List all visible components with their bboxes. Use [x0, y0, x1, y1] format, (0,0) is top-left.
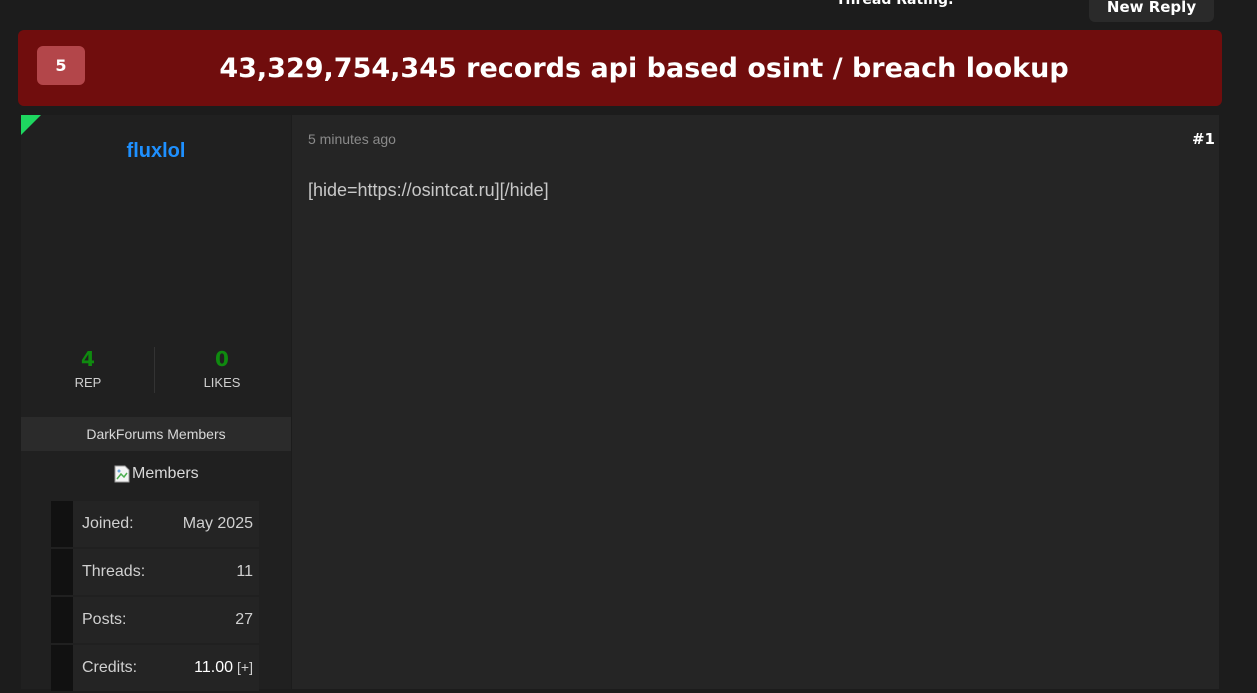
thread-rating-badge: 5	[37, 46, 85, 85]
credits-add-button[interactable]: [+]	[237, 659, 253, 675]
thread-title-bar: 43,329,754,345 records api based osint /…	[18, 30, 1222, 106]
top-bar: Thread Rating: New Reply	[0, 0, 1257, 26]
rep-label: REP	[74, 375, 102, 390]
rep-value: 4	[81, 347, 95, 371]
credits-value: 11.00 [+]	[194, 659, 253, 677]
info-value: 27	[235, 611, 253, 628]
info-value: 11	[236, 563, 253, 580]
info-key: Credits:	[82, 659, 138, 676]
post-author-panel: fluxlol 4 REP 0 LIKES DarkForums Members…	[21, 115, 291, 691]
group-image: Members	[114, 463, 199, 485]
rep-stat[interactable]: 4 REP	[21, 347, 155, 390]
author-info: Joined: May 2025 Threads: 11 Posts: 27 C…	[51, 501, 259, 693]
thread-rating-label: Thread Rating:	[836, 0, 954, 8]
group-image-alt: Members	[132, 465, 199, 482]
likes-label: LIKES	[203, 375, 241, 390]
likes-stat[interactable]: 0 LIKES	[155, 347, 289, 390]
info-value: 11.00	[194, 659, 234, 676]
info-row-posts: Posts: 27	[51, 597, 259, 643]
author-username[interactable]: fluxlol	[21, 140, 291, 163]
post-number-link[interactable]: #1	[1192, 130, 1215, 148]
broken-image-icon	[114, 465, 130, 483]
thread-title: 43,329,754,345 records api based osint /…	[219, 52, 1069, 84]
post-content-panel: 5 minutes ago #1 [hide=https://osintcat.…	[292, 115, 1219, 689]
info-key: Threads:	[82, 563, 146, 580]
info-row-threads: Threads: 11	[51, 549, 259, 595]
author-stats: 4 REP 0 LIKES	[21, 347, 291, 395]
new-reply-button[interactable]: New Reply	[1089, 0, 1214, 22]
user-group: DarkForums Members	[21, 417, 291, 451]
info-value: May 2025	[182, 515, 253, 532]
info-key: Posts:	[82, 611, 127, 628]
post-body: [hide=https://osintcat.ru][/hide]	[308, 180, 549, 200]
online-status-icon	[21, 115, 41, 135]
post-timestamp: 5 minutes ago	[308, 131, 396, 147]
likes-value: 0	[215, 347, 229, 371]
info-key: Joined:	[82, 515, 134, 532]
info-row-joined: Joined: May 2025	[51, 501, 259, 547]
info-row-credits: Credits: 11.00 [+]	[51, 645, 259, 691]
